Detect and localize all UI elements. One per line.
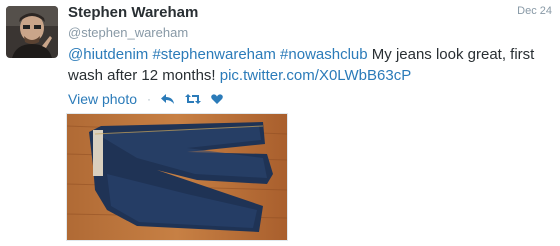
mention-link[interactable]: @hiutdenim — [68, 46, 148, 63]
display-name[interactable]: Stephen Wareham — [68, 4, 198, 21]
separator: · — [147, 92, 152, 106]
reply-icon[interactable] — [161, 93, 175, 105]
tweet-actions: View photo · — [68, 90, 223, 108]
view-photo-button[interactable]: View photo — [68, 91, 137, 107]
tweet-card: Stephen Wareham @stephen_wareham Dec 24 … — [0, 0, 560, 246]
heart-icon[interactable] — [211, 93, 223, 105]
avatar[interactable] — [6, 6, 58, 58]
hashtag-link[interactable]: #nowashclub — [280, 46, 368, 63]
tweet-photo[interactable] — [66, 113, 288, 241]
retweet-icon[interactable] — [185, 93, 202, 105]
tweet-text: @hiutdenim #stephenwareham #nowashclub M… — [68, 44, 556, 86]
hashtag-link[interactable]: #stephenwareham — [152, 46, 275, 63]
user-handle[interactable]: @stephen_wareham — [68, 25, 188, 40]
timestamp[interactable]: Dec 24 — [517, 5, 552, 17]
photo-link[interactable]: pic.twitter.com/X0LWbB63cP — [220, 67, 411, 84]
